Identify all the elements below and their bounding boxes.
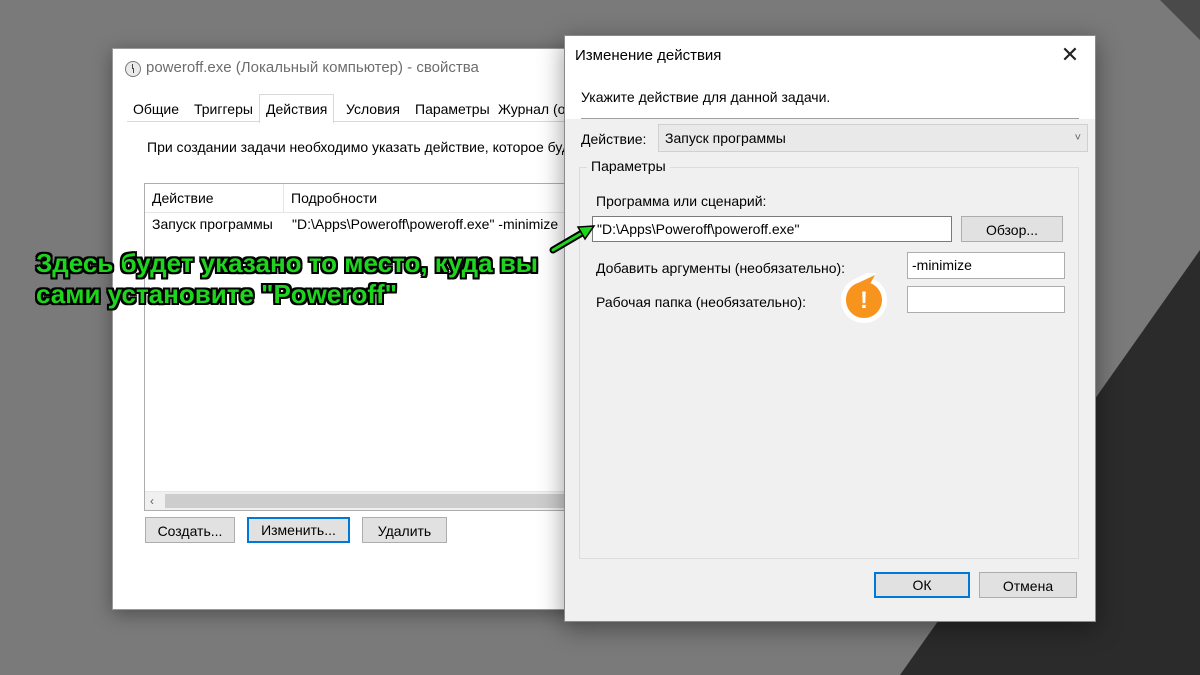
header-divider <box>581 118 1079 119</box>
list-header: Действие Подробности <box>145 184 575 213</box>
tab-history[interactable]: Журнал (о <box>492 97 571 121</box>
arguments-field[interactable]: -minimize <box>907 252 1065 279</box>
action-select[interactable]: Запуск программы ˅ <box>658 124 1088 152</box>
table-row[interactable]: Запуск программы "D:\Apps\Poweroff\power… <box>145 212 575 236</box>
dialog-header: Укажите действие для данной задачи. <box>565 74 1095 119</box>
arguments-label: Добавить аргументы (необязательно): <box>596 260 846 276</box>
tab-general[interactable]: Общие <box>127 97 185 121</box>
annotation-line-1: Здесь будет указано то место, куда вы <box>36 248 539 278</box>
ok-button[interactable]: ОК <box>874 572 970 598</box>
program-label: Программа или сценарий: <box>596 193 767 209</box>
column-action[interactable]: Действие <box>145 184 284 212</box>
annotation-text: Здесь будет указано то место, куда вы са… <box>36 248 596 310</box>
chevron-down-icon[interactable]: ˅ <box>1075 125 1081 151</box>
horizontal-scrollbar[interactable]: ‹ <box>145 491 575 510</box>
action-label: Действие: <box>581 131 647 147</box>
edit-action-dialog: Изменение действия ✕ Укажите действие дл… <box>564 35 1096 622</box>
column-details[interactable]: Подробности <box>284 184 575 212</box>
scroll-thumb[interactable] <box>165 494 575 508</box>
action-select-value: Запуск программы <box>665 130 786 146</box>
browse-button[interactable]: Обзор... <box>961 216 1063 242</box>
close-icon[interactable]: ✕ <box>1053 40 1087 70</box>
actions-intro-text: При создании задачи необходимо указать д… <box>147 139 571 155</box>
cancel-button[interactable]: Отмена <box>979 572 1077 598</box>
tab-actions[interactable]: Действия <box>259 94 335 123</box>
dialog-titlebar: Изменение действия ✕ <box>565 36 1095 74</box>
workdir-label: Рабочая папка (необязательно): <box>596 294 807 310</box>
badge-glyph: ! <box>860 287 868 314</box>
tab-strip: Общие Триггеры Действия Условия Параметр… <box>127 94 583 123</box>
properties-titlebar: poweroff.exe (Локальный компьютер) - сво… <box>113 49 583 87</box>
program-field-value: "D:\Apps\Poweroff\poweroff.exe" <box>597 221 800 237</box>
annotation-line-2: сами установите "Poweroff" <box>36 279 397 309</box>
parameters-group-title: Параметры <box>587 158 670 174</box>
tab-triggers[interactable]: Триггеры <box>188 97 259 121</box>
delete-button[interactable]: Удалить <box>362 517 447 543</box>
row-details-cell: "D:\Apps\Poweroff\poweroff.exe" -minimiz… <box>292 216 559 232</box>
create-button[interactable]: Создать... <box>145 517 235 543</box>
task-properties-window: poweroff.exe (Локальный компьютер) - сво… <box>112 48 584 610</box>
dialog-title: Изменение действия <box>575 47 722 64</box>
properties-title: poweroff.exe (Локальный компьютер) - сво… <box>146 59 479 76</box>
program-field[interactable]: "D:\Apps\Poweroff\poweroff.exe" <box>592 216 952 242</box>
arguments-field-value: -minimize <box>912 257 972 273</box>
exclamation-icon: ! <box>841 273 887 323</box>
edit-button[interactable]: Изменить... <box>247 517 350 543</box>
tab-settings[interactable]: Параметры <box>409 97 496 121</box>
actions-list[interactable]: Действие Подробности Запуск программы "D… <box>144 183 576 511</box>
clock-icon <box>125 61 141 77</box>
row-action-cell: Запуск программы <box>152 216 273 232</box>
tab-conditions[interactable]: Условия <box>340 97 406 121</box>
dialog-heading: Укажите действие для данной задачи. <box>581 89 831 105</box>
scroll-left-icon[interactable]: ‹ <box>150 492 154 510</box>
workdir-field[interactable] <box>907 286 1065 313</box>
